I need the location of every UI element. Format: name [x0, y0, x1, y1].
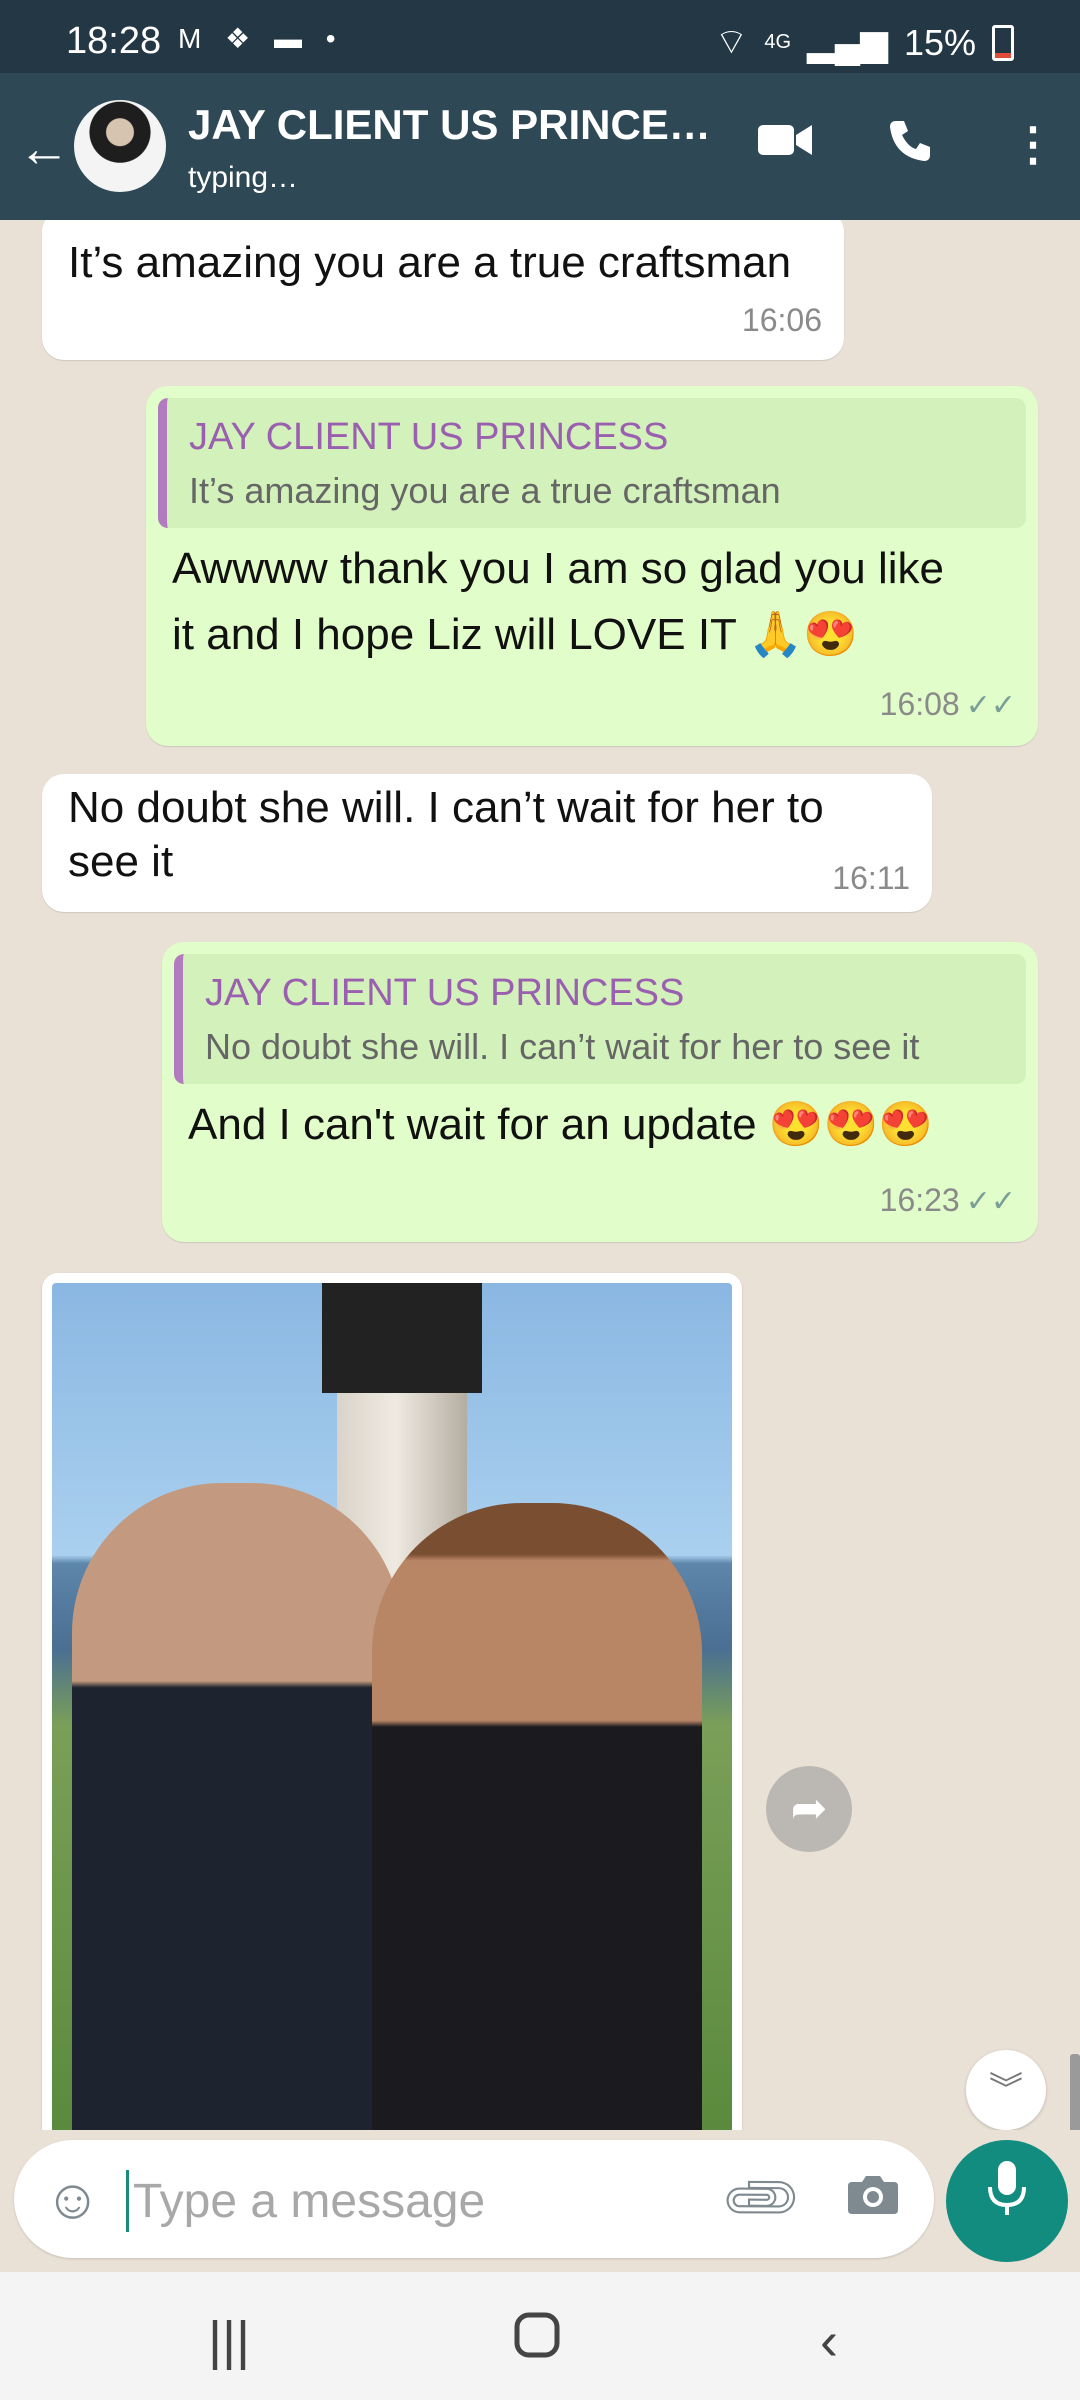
emoji-icon[interactable]: ☺: [44, 2166, 101, 2231]
system-nav-bar: ||| ‹: [0, 2272, 1080, 2400]
message-text-line2: it and I hope Liz will LOVE IT 🙏😍: [172, 610, 858, 659]
message-outgoing[interactable]: JAY CLIENT US PRINCESS No doubt she will…: [162, 942, 1038, 1242]
back-arrow-icon[interactable]: ←: [18, 119, 70, 179]
recent-apps-icon[interactable]: |||: [208, 2310, 250, 2372]
quoted-text: No doubt she will. I can’t wait for her …: [205, 1026, 920, 1067]
chat-header: ← JAY CLIENT US PRINCE… typing… ⋮: [0, 73, 1080, 220]
signal-icon: ▂▄▆: [807, 21, 888, 63]
message-outgoing[interactable]: JAY CLIENT US PRINCESS It’s amazing you …: [146, 386, 1038, 746]
message-text: It’s amazing you are a true craftsman: [68, 238, 792, 287]
person-right: [372, 1503, 702, 2130]
message-text-line1: No doubt she will. I can’t wait for her …: [68, 783, 824, 832]
message-time: 16:06: [741, 302, 822, 338]
message-incoming[interactable]: No doubt she will. I can’t wait for her …: [42, 774, 932, 912]
status-time: 18:28: [66, 20, 162, 62]
photo-message[interactable]: [42, 1273, 742, 2130]
quoted-message[interactable]: JAY CLIENT US PRINCESS It’s amazing you …: [158, 398, 1026, 528]
phone-icon[interactable]: [886, 117, 934, 176]
network-type: 4G: [764, 31, 792, 53]
battery-percent: 15%: [903, 21, 976, 63]
message-time: 16:23 ✓✓: [880, 1182, 1016, 1219]
message-text: And I can't wait for an update 😍😍😍: [188, 1100, 934, 1149]
message-photo[interactable]: [52, 1283, 732, 2130]
quoted-text: It’s amazing you are a true craftsman: [189, 470, 781, 511]
message-text-line2: see it: [68, 837, 174, 886]
message-time: 16:11: [832, 860, 910, 896]
wifi-icon: ⌔: [714, 21, 749, 62]
message-composer: ☺ 📎︎: [14, 2140, 934, 2258]
battery-icon: [992, 24, 1014, 61]
quoted-message[interactable]: JAY CLIENT US PRINCESS No doubt she will…: [174, 954, 1026, 1084]
more-vert-icon[interactable]: ⋮: [1010, 117, 1056, 171]
message-text-line1: Awwww thank you I am so glad you like: [172, 544, 944, 593]
status-indicators: ⌔ 4G ▂▄▆ 15%: [715, 20, 1014, 65]
share-icon[interactable]: ➦: [766, 1766, 852, 1852]
avatar[interactable]: [74, 100, 166, 192]
chat-area[interactable]: It’s amazing you are a true craftsman 16…: [0, 220, 1080, 2130]
mic-icon[interactable]: [946, 2140, 1068, 2262]
home-icon[interactable]: [512, 2310, 562, 2373]
back-nav-icon[interactable]: ‹: [820, 2310, 838, 2372]
attach-icon[interactable]: 📎︎: [716, 2153, 809, 2246]
status-bar: 18:28 M ❖ ▬ • ⌔ 4G ▂▄▆ 15%: [0, 0, 1080, 73]
double-chevron-down-icon[interactable]: ︾: [966, 2050, 1046, 2130]
read-ticks-icon: ✓✓: [965, 689, 1016, 722]
message-input[interactable]: [126, 2170, 695, 2232]
read-ticks-icon: ✓✓: [965, 1185, 1016, 1218]
quoted-sender: JAY CLIENT US PRINCESS: [205, 972, 685, 1014]
person-left: [72, 1483, 402, 2130]
lighthouse-lantern: [322, 1283, 482, 1393]
message-time-value: 16:23: [879, 1182, 960, 1218]
message-incoming[interactable]: It’s amazing you are a true craftsman 16…: [42, 220, 844, 360]
notification-icons: M ❖ ▬ •: [178, 23, 344, 54]
message-time: 16:08 ✓✓: [880, 686, 1016, 723]
quoted-sender: JAY CLIENT US PRINCESS: [189, 416, 669, 458]
message-time-value: 16:08: [879, 686, 960, 722]
camera-icon[interactable]: [846, 2170, 900, 2228]
video-call-icon[interactable]: [756, 117, 814, 174]
contact-name[interactable]: JAY CLIENT US PRINCE…: [188, 101, 728, 149]
scrollbar[interactable]: [1070, 2054, 1080, 2130]
contact-status: typing…: [188, 161, 299, 194]
